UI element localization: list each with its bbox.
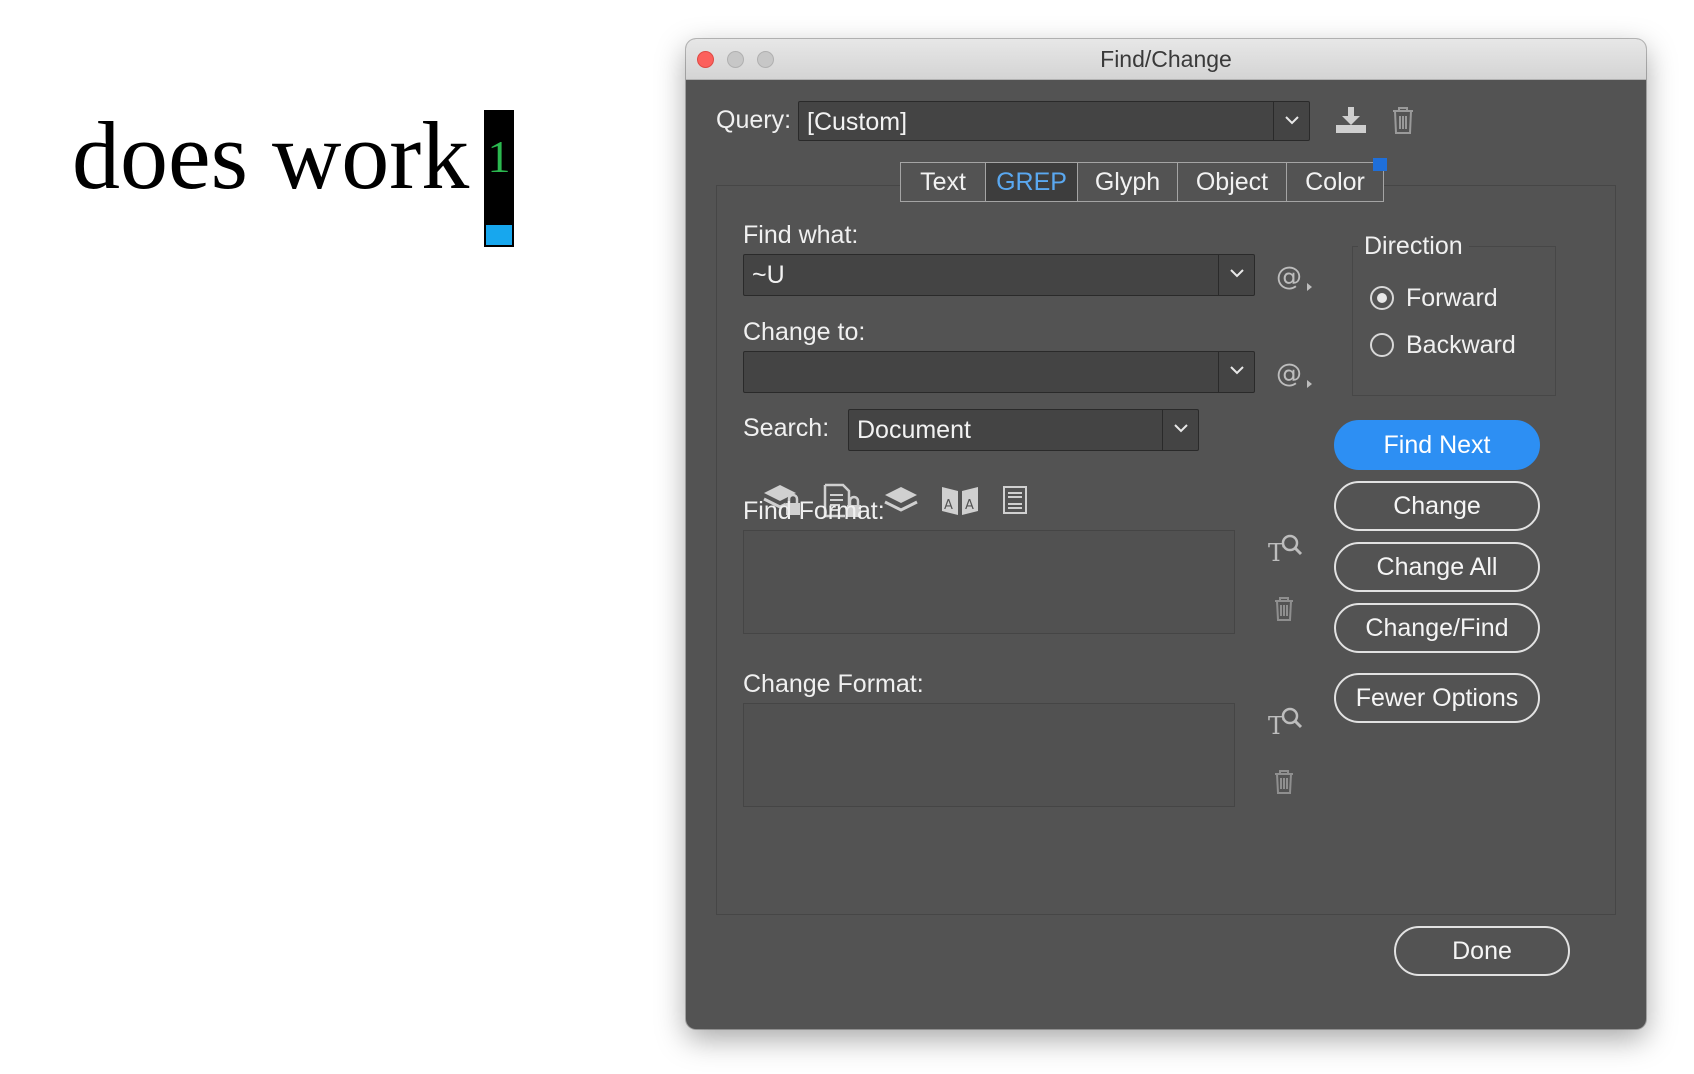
trash-icon[interactable]	[1391, 105, 1415, 140]
svg-text:A: A	[965, 498, 974, 513]
direction-group	[1352, 246, 1556, 396]
chevron-down-icon	[1285, 116, 1299, 125]
format-magnifier-icon[interactable]: T	[1268, 706, 1304, 743]
change-format-box[interactable]	[743, 703, 1235, 807]
change-all-button[interactable]: Change All	[1334, 542, 1540, 592]
change-format-label: Change Format:	[743, 670, 924, 698]
document-text: does work	[72, 102, 470, 209]
search-scope-dropdown-button[interactable]	[1162, 410, 1198, 450]
at-sign-icon[interactable]: @	[1276, 358, 1314, 395]
find-what-label: Find what:	[743, 221, 859, 249]
tab-grep[interactable]: GREP	[986, 163, 1078, 201]
master-pages-icon[interactable]: A A	[940, 483, 980, 522]
chevron-down-icon	[1230, 269, 1244, 278]
svg-text:@: @	[1276, 359, 1302, 389]
find-what-value: ~U	[752, 261, 785, 289]
change-to-dropdown-button[interactable]	[1218, 352, 1254, 392]
fewer-options-button[interactable]: Fewer Options	[1334, 673, 1540, 723]
change-to-label: Change to:	[743, 318, 866, 346]
find-format-label: Find Format:	[743, 497, 885, 525]
text-cursor-marker: 1	[484, 110, 514, 247]
forward-label[interactable]: Forward	[1406, 283, 1498, 313]
find-change-dialog: Find/Change Query: [Custom] Text GREP Gl…	[686, 39, 1646, 1029]
change-to-input[interactable]	[743, 351, 1255, 393]
find-what-dropdown-button[interactable]	[1218, 255, 1254, 295]
done-button[interactable]: Done	[1394, 926, 1570, 976]
chevron-down-icon	[1230, 366, 1244, 375]
backward-label[interactable]: Backward	[1406, 330, 1516, 360]
save-query-icon[interactable]	[1334, 105, 1368, 140]
marker-highlight	[486, 225, 512, 245]
hidden-layers-icon[interactable]	[883, 485, 919, 522]
find-format-box[interactable]	[743, 530, 1235, 634]
at-sign-icon[interactable]: @	[1276, 261, 1314, 298]
query-select[interactable]: [Custom]	[798, 101, 1310, 141]
tab-bar: Text GREP Glyph Object Color	[900, 162, 1384, 202]
tab-glyph[interactable]: Glyph	[1078, 163, 1178, 201]
tab-text[interactable]: Text	[901, 163, 986, 201]
change-button[interactable]: Change	[1334, 481, 1540, 531]
svg-text:@: @	[1276, 262, 1302, 292]
svg-text:T: T	[1268, 712, 1284, 738]
direction-label: Direction	[1358, 231, 1469, 261]
svg-text:A: A	[944, 498, 953, 513]
find-next-button[interactable]: Find Next	[1334, 420, 1540, 470]
format-magnifier-icon[interactable]: T	[1268, 533, 1304, 570]
chevron-down-icon	[1174, 424, 1188, 433]
forward-radio[interactable]	[1370, 286, 1394, 310]
backward-radio[interactable]	[1370, 333, 1394, 357]
find-what-input[interactable]: ~U	[743, 254, 1255, 296]
trash-icon[interactable]	[1273, 769, 1295, 800]
trash-icon[interactable]	[1273, 596, 1295, 627]
query-value: [Custom]	[807, 108, 908, 136]
svg-text:T: T	[1268, 539, 1284, 565]
marker-number: 1	[487, 131, 511, 182]
footnotes-icon[interactable]	[1002, 485, 1028, 520]
tab-object[interactable]: Object	[1178, 163, 1287, 201]
query-label: Query:	[716, 106, 792, 134]
title-bar: Find/Change	[686, 39, 1646, 80]
query-dropdown-button[interactable]	[1273, 102, 1309, 140]
search-label: Search:	[743, 414, 830, 442]
search-scope-select[interactable]: Document	[848, 409, 1199, 451]
change-find-button[interactable]: Change/Find	[1334, 603, 1540, 653]
tab-color[interactable]: Color	[1287, 163, 1383, 201]
dialog-title: Find/Change	[1100, 46, 1232, 72]
tab-indicator	[1373, 158, 1387, 171]
search-scope-value: Document	[857, 416, 971, 444]
